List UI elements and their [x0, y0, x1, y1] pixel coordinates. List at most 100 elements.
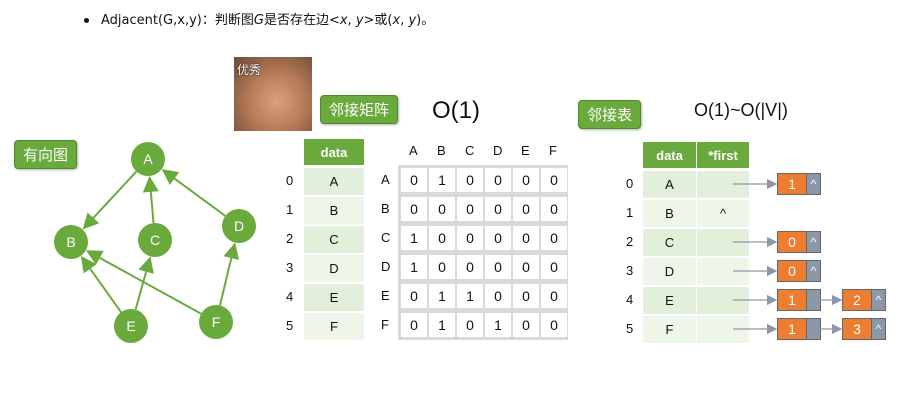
- adj-list-index: 0: [626, 176, 634, 191]
- vertex-table-cell: F: [304, 313, 364, 340]
- matrix-cell: 0: [429, 255, 455, 279]
- matrix-cell: 1: [457, 284, 483, 308]
- adj-list-node-value: 3: [842, 318, 872, 340]
- adj-list-header-data: data: [643, 142, 696, 168]
- adjacency-matrix: 010000000000100000100000011000010100: [398, 165, 568, 340]
- graph-node-label: F: [212, 314, 221, 330]
- graph-node-label: D: [234, 218, 244, 234]
- matrix-cell: 0: [457, 255, 483, 279]
- graph-node-label: E: [126, 318, 135, 334]
- matrix-cell: 0: [457, 226, 483, 250]
- graph-edge-F-D: [218, 242, 240, 306]
- adj-list-node-value: 0: [777, 260, 807, 282]
- adj-list-data-cell: E: [643, 287, 696, 314]
- adj-list-node-value: 1: [777, 318, 807, 340]
- adj-list-node-next: [807, 318, 821, 340]
- matrix-cell: 0: [513, 197, 539, 221]
- matrix-cell: 1: [401, 255, 427, 279]
- adj-list-data-cell: B: [643, 200, 696, 227]
- vertex-table-index: 1: [286, 202, 294, 217]
- matrix-row-label: A: [381, 172, 390, 187]
- matrix-col-label: A: [409, 143, 418, 158]
- adj-list-node: 1: [777, 289, 821, 311]
- adj-list-first-cell: [697, 171, 749, 198]
- adj-list-node-value: 1: [777, 289, 807, 311]
- matrix-cell: 0: [485, 168, 511, 192]
- adj-list-node-next: [807, 289, 821, 311]
- adj-list-data-cell: C: [643, 229, 696, 256]
- matrix-col-label: B: [437, 143, 446, 158]
- adj-list-first-cell: [697, 287, 749, 314]
- graph-edge-F-B: [85, 250, 202, 315]
- matrix-cell: 0: [513, 284, 539, 308]
- vertex-table-header: data: [304, 139, 364, 165]
- vertex-table-cell: A: [304, 168, 364, 195]
- adj-list-node-next: ^: [807, 231, 821, 253]
- matrix-cell: 0: [485, 284, 511, 308]
- matrix-cell: 0: [541, 168, 567, 192]
- graph-node-label: B: [66, 234, 75, 250]
- adj-list-node: 1: [777, 318, 821, 340]
- matrix-col-label: D: [493, 143, 503, 158]
- matrix-row-label: D: [381, 259, 391, 274]
- vertex-table-cell: D: [304, 255, 364, 282]
- adj-list-first-cell: [697, 229, 749, 256]
- graph-node-label: C: [150, 232, 160, 248]
- adj-list-data-cell: A: [643, 171, 696, 198]
- adj-list-node-next: ^: [872, 318, 886, 340]
- adj-list-index: 1: [626, 205, 634, 220]
- matrix-cell: 0: [485, 255, 511, 279]
- graph-node-label: A: [143, 151, 153, 167]
- matrix-cell: 1: [485, 313, 511, 337]
- adj-list-header-first: *first: [697, 142, 749, 168]
- matrix-cell: 0: [457, 197, 483, 221]
- matrix-cell: 0: [541, 226, 567, 250]
- adj-list-index: 3: [626, 263, 634, 278]
- matrix-cell: 0: [513, 255, 539, 279]
- adj-list-node: 0 ^: [777, 260, 821, 282]
- matrix-col-label: C: [465, 143, 475, 158]
- adj-list-index: 2: [626, 234, 634, 249]
- adj-list-first-cell: [697, 316, 749, 343]
- matrix-cell: 0: [541, 197, 567, 221]
- graph-nodes: A B C D E F: [54, 142, 256, 343]
- vertex-table-cell: C: [304, 226, 364, 253]
- matrix-cell: 1: [429, 168, 455, 192]
- matrix-cell: 1: [401, 226, 427, 250]
- matrix-row-label: B: [381, 201, 390, 216]
- adj-list-index: 5: [626, 321, 634, 336]
- matrix-cell: 0: [513, 168, 539, 192]
- matrix-col-label: F: [549, 143, 557, 158]
- adj-list-node: 2 ^: [842, 289, 886, 311]
- matrix-cell: 0: [513, 226, 539, 250]
- matrix-cell: 0: [429, 226, 455, 250]
- adj-list-node-value: 0: [777, 231, 807, 253]
- matrix-cell: 0: [541, 313, 567, 337]
- adj-list-node-value: 1: [777, 173, 807, 195]
- matrix-cell: 0: [541, 284, 567, 308]
- adj-list-data-cell: D: [643, 258, 696, 285]
- vertex-table-index: 3: [286, 260, 294, 275]
- adj-list-node-next: ^: [872, 289, 886, 311]
- matrix-cell: 0: [485, 226, 511, 250]
- matrix-row-label: F: [381, 317, 389, 332]
- matrix-cell: 0: [429, 197, 455, 221]
- matrix-cell: 1: [429, 313, 455, 337]
- matrix-row-label: C: [381, 230, 391, 245]
- matrix-cell: 0: [457, 313, 483, 337]
- adj-list-node: 3 ^: [842, 318, 886, 340]
- matrix-cell: 0: [457, 168, 483, 192]
- adj-list-first-cell: [697, 258, 749, 285]
- graph-edge-A-B: [82, 170, 138, 230]
- matrix-cell: 0: [401, 168, 427, 192]
- graph-edge-D-A: [161, 169, 226, 217]
- matrix-cell: 0: [401, 313, 427, 337]
- adj-list-node-next: ^: [807, 173, 821, 195]
- adj-list-index: 4: [626, 292, 634, 307]
- matrix-row-label: E: [381, 288, 390, 303]
- matrix-col-label: E: [521, 143, 530, 158]
- vertex-table-index: 4: [286, 289, 294, 304]
- adj-list-node: 1 ^: [777, 173, 821, 195]
- vertex-table-index: 2: [286, 231, 294, 246]
- adj-list-node-value: 2: [842, 289, 872, 311]
